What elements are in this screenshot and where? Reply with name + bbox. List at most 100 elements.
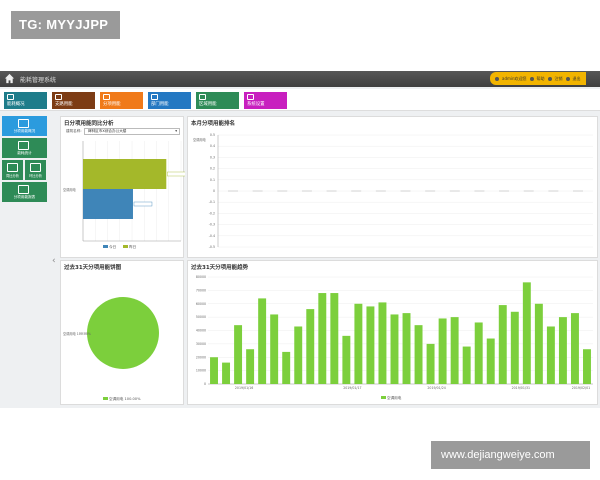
exit-link[interactable]: 退出 — [573, 76, 581, 82]
data-label-box — [133, 201, 153, 207]
app-title: 能耗管理系统 — [20, 77, 57, 84]
y-tick-label: 10000 — [196, 369, 206, 373]
exit-icon — [565, 76, 570, 81]
sidebar-item-label: 分项用能报表 — [13, 195, 36, 199]
sidebar-item-mom[interactable]: 环比分析 — [25, 160, 46, 180]
y-tick-label: 50000 — [196, 315, 206, 319]
sidebar-item-yoy[interactable]: 同比分析 — [2, 160, 23, 180]
y-tick-label: 0 — [213, 189, 215, 193]
bar — [534, 303, 543, 384]
module-label: 部门用能 — [151, 102, 169, 107]
legend-label: 空调用电 100.00% — [109, 396, 141, 401]
panel-title: 过去31天分项用能饼图 — [64, 265, 122, 271]
overview-icon — [18, 119, 29, 128]
module-department[interactable]: 部门用能 — [148, 92, 191, 109]
panel-title: 过去31天分项用能趋势 — [191, 265, 249, 271]
chevron-down-icon: ▾ — [175, 129, 177, 133]
region-icon — [199, 94, 206, 100]
panel-trend: 过去31天分项用能趋势 80000 70000 60000 50000 40000 300… — [187, 260, 598, 405]
module-label: 系统设置 — [247, 102, 265, 107]
sidebar-item-label: 分项用能概况 — [13, 129, 36, 133]
x-tick-label: 2019/02/01 — [572, 386, 590, 390]
branch-icon — [55, 94, 62, 100]
bar — [450, 317, 459, 384]
sidebar-item-label: 环比分析 — [29, 174, 42, 178]
logout-link[interactable]: 注销 — [555, 76, 563, 82]
sidebar-item-report[interactable]: 分项用能报表 — [2, 182, 47, 202]
user-name[interactable]: admin欢迎您 — [502, 76, 527, 82]
clock-icon — [30, 163, 41, 172]
compare-icon — [7, 163, 18, 172]
sidebar-item-statistics[interactable]: 能耗统计 — [2, 138, 47, 158]
bar — [522, 282, 531, 384]
module-label: 分项用能 — [103, 102, 121, 107]
bar — [378, 302, 387, 384]
module-item[interactable]: 分项用能 — [100, 92, 143, 109]
app-window: 能耗管理系统 admin欢迎您 帮助 注销 退出 能耗概况 支路用能 分项用能 … — [0, 71, 600, 408]
help-link[interactable]: 帮助 — [537, 76, 545, 82]
y-axis-label: 空调用电 — [193, 137, 207, 142]
bar — [234, 325, 243, 384]
bar — [366, 306, 375, 384]
slice-label: 空调用电 100.00% — [63, 331, 91, 336]
bar — [558, 317, 567, 384]
bar — [294, 326, 303, 384]
collapse-arrow-icon[interactable]: ‹ — [52, 256, 56, 266]
bar — [426, 343, 435, 384]
module-settings[interactable]: 系统设置 — [244, 92, 287, 109]
chart-icon — [18, 141, 29, 150]
module-bar: 能耗概况 支路用能 分项用能 部门用能 区域用能 系统设置 — [0, 89, 600, 111]
bar — [258, 298, 267, 384]
building-select[interactable]: 碑林区市X综合办公大楼 ▾ — [84, 128, 180, 135]
bar — [306, 309, 315, 384]
pie-slice — [87, 297, 159, 369]
legend-label: 昨日 — [129, 244, 136, 249]
y-tick-label: -0.1 — [209, 200, 215, 204]
bar — [498, 305, 507, 384]
module-branch[interactable]: 支路用能 — [52, 92, 95, 109]
bar — [414, 325, 423, 384]
bar — [546, 326, 555, 384]
bar — [510, 311, 519, 384]
bar — [210, 357, 218, 384]
y-tick-label: 0.4 — [210, 144, 215, 148]
bar — [270, 314, 279, 384]
settings-icon — [247, 94, 254, 100]
y-tick-label: 80000 — [196, 275, 206, 279]
y-tick-label: -0.3 — [209, 223, 215, 227]
chart-trend: 80000 70000 60000 50000 40000 30000 20000 10000… — [196, 275, 593, 400]
chart-pie: 空调用电 100.00% 空调用电 100.00% — [63, 297, 159, 401]
item-icon — [103, 94, 110, 100]
x-tick-label: 2019/01/31 — [512, 386, 530, 390]
y-tick-label: 30000 — [196, 342, 206, 346]
bar — [318, 293, 327, 384]
x-tick-label: 2019/01/24 — [427, 386, 445, 390]
legend-label: 空调用电 — [387, 395, 402, 400]
bar — [486, 338, 495, 384]
y-tick-label: 60000 — [196, 302, 206, 306]
module-label: 能耗概况 — [7, 102, 25, 107]
bar — [438, 318, 447, 384]
home-icon[interactable] — [4, 73, 15, 84]
module-region[interactable]: 区域用能 — [196, 92, 239, 109]
chart-daily-compare: 空调用电今日 昨日 — [63, 141, 185, 249]
y-tick-label: 70000 — [196, 288, 206, 292]
legend-swatch — [123, 245, 128, 248]
module-label: 支路用能 — [55, 102, 73, 107]
y-tick-label: -0.5 — [209, 245, 215, 249]
y-tick-label: 0.1 — [210, 178, 215, 182]
user-menu: admin欢迎您 帮助 注销 退出 — [490, 72, 586, 85]
module-overview[interactable]: 能耗概况 — [4, 92, 47, 109]
y-tick-label: -0.4 — [209, 234, 215, 238]
bar — [390, 314, 399, 384]
y-tick-label: 0.2 — [210, 167, 215, 171]
x-tick-label: 2019/01/16 — [235, 386, 253, 390]
category-label: 空调用电 — [63, 187, 77, 192]
watermark-bottom: www.dejiangweiye.com — [431, 441, 590, 469]
legend-swatch — [103, 397, 108, 400]
bar — [570, 313, 579, 384]
bar-昨日 — [83, 159, 167, 189]
panel-title: 日分项用能同比分析 — [64, 121, 114, 127]
sidebar: 分项用能概况 能耗统计 同比分析 环比分析 分项用能报表 — [2, 116, 48, 204]
sidebar-item-overview[interactable]: 分项用能概况 — [2, 116, 47, 136]
